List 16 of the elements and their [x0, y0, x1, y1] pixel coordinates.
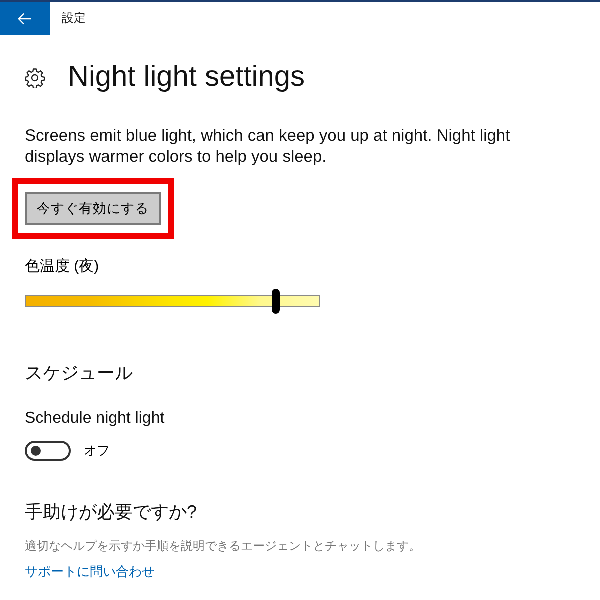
- slider-thumb[interactable]: [272, 289, 280, 314]
- settings-icon: [25, 68, 45, 88]
- help-heading: 手助けが必要ですか?: [25, 501, 198, 524]
- setting-label: Schedule night light: [25, 409, 165, 429]
- slider-label: 色温度 (夜): [25, 257, 100, 277]
- description-text: Screens emit blue light, which can keep you up at night. Night light displays warmer colors to help you sleep.: [25, 126, 512, 168]
- toggle-switch[interactable]: [25, 441, 71, 461]
- help-text: 適切なヘルプを示すか手順を説明できるエージェントとチャットします。: [25, 538, 421, 555]
- page-title: Night light settings: [68, 60, 305, 95]
- section-heading: スケジュール: [25, 362, 133, 385]
- turn-on-now-button[interactable]: 今すぐ有効にする: [25, 192, 161, 225]
- color-temperature-slider[interactable]: [25, 289, 320, 314]
- window-title: 設定: [62, 10, 86, 27]
- back-arrow-icon: [18, 12, 32, 24]
- contact-support-link[interactable]: サポートに問い合わせ: [25, 562, 155, 582]
- toggle-state-label: オフ: [84, 442, 110, 460]
